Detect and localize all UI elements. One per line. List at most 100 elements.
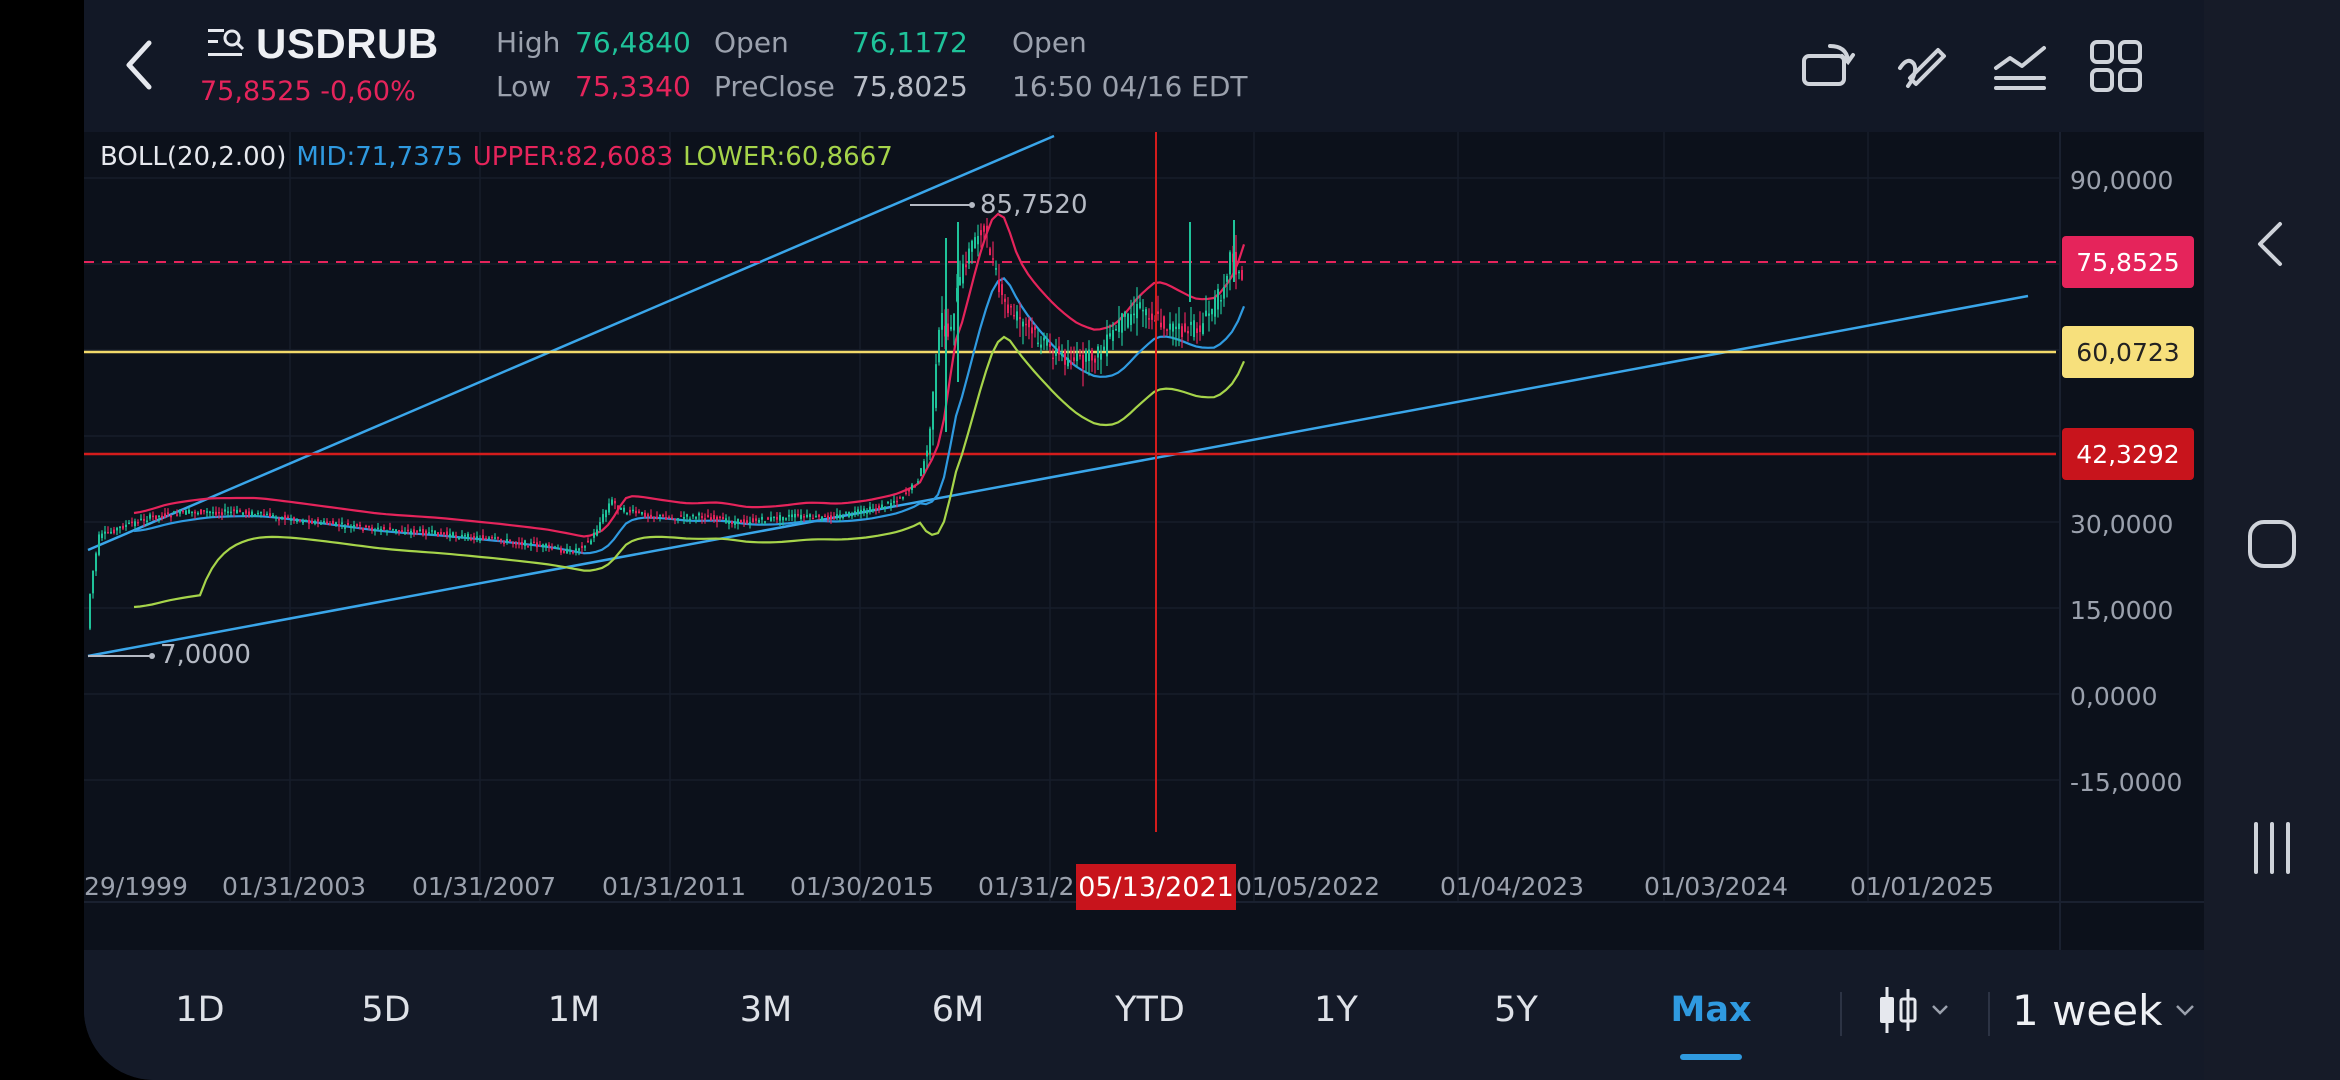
- candle-body: [128, 522, 130, 525]
- candle-body: [824, 515, 826, 518]
- candle-body: [392, 528, 394, 531]
- candle-body: [431, 530, 433, 532]
- candle-body: [254, 514, 256, 516]
- candle-body: [518, 542, 520, 545]
- candle-body: [1073, 357, 1075, 361]
- candle-body: [1133, 313, 1135, 316]
- candle-body: [1160, 322, 1162, 328]
- candle-body: [860, 509, 862, 513]
- candle-body: [308, 519, 310, 524]
- period-1y[interactable]: 1Y: [1296, 986, 1376, 1034]
- candle-body: [983, 225, 985, 232]
- candle-body: [593, 532, 595, 538]
- chart-type-selector[interactable]: [1876, 980, 1966, 1040]
- interval-selector[interactable]: 1 week: [2012, 980, 2196, 1040]
- candle-body: [692, 514, 694, 517]
- rotate-screen-icon[interactable]: [1800, 38, 1856, 94]
- candle-body: [104, 531, 106, 534]
- candle-body: [782, 516, 784, 521]
- candle-body: [428, 532, 430, 534]
- period-5y[interactable]: 5Y: [1476, 986, 1556, 1034]
- candle-body: [470, 538, 472, 541]
- candle-body: [1049, 343, 1051, 347]
- candle-body: [1067, 357, 1069, 367]
- back-button[interactable]: [104, 30, 174, 100]
- period-6m[interactable]: 6M: [918, 986, 998, 1034]
- candle-body: [368, 526, 370, 528]
- candle-body: [323, 521, 325, 523]
- candle-body: [347, 522, 349, 526]
- candle-body: [338, 524, 340, 527]
- candle-body: [1082, 354, 1084, 369]
- candle-body: [131, 521, 133, 524]
- candle-body: [329, 523, 331, 526]
- candle-body: [320, 523, 322, 525]
- candle-body: [356, 524, 358, 526]
- candle-body: [590, 540, 592, 544]
- candle-body: [971, 240, 973, 252]
- period-max[interactable]: Max: [1656, 986, 1766, 1034]
- period-1m[interactable]: 1M: [534, 986, 614, 1034]
- recents-icon[interactable]: [2242, 818, 2302, 878]
- period-1d[interactable]: 1D: [160, 986, 240, 1034]
- candle-body: [1043, 337, 1045, 341]
- candle-body: [233, 509, 235, 512]
- candle-body: [221, 512, 223, 515]
- symbol-name: USDRUB: [256, 20, 439, 67]
- yellow-level-tag[interactable]: 60,0723: [2062, 326, 2194, 378]
- period-5d[interactable]: 5D: [346, 986, 426, 1034]
- candle-body: [416, 530, 418, 533]
- draw-pen-icon[interactable]: [1896, 38, 1952, 94]
- period-ytd[interactable]: YTD: [1100, 986, 1200, 1034]
- candle-body: [716, 516, 718, 522]
- candle-body: [461, 534, 463, 537]
- preclose-label: PreClose: [714, 70, 835, 103]
- candle-body: [194, 511, 196, 514]
- candle-body: [371, 527, 373, 531]
- grid-apps-icon[interactable]: [2088, 38, 2144, 94]
- candle-body: [293, 517, 295, 520]
- candle-body: [572, 551, 574, 554]
- candle-body: [851, 514, 853, 517]
- candle-body: [1064, 350, 1066, 365]
- candle-body: [1121, 313, 1123, 333]
- indicator-icon[interactable]: [1992, 38, 2048, 94]
- boll-legend[interactable]: BOLL(20,2.00) MID:71,7375 UPPER:82,6083 …: [100, 142, 893, 172]
- candle-body: [911, 484, 913, 491]
- price-chart[interactable]: BOLL(20,2.00) MID:71,7375 UPPER:82,6083 …: [84, 132, 2204, 950]
- candle-body: [674, 518, 676, 521]
- candle-body: [527, 546, 529, 548]
- symbol-row[interactable]: USDRUB: [206, 20, 439, 68]
- candle-body: [1118, 320, 1120, 332]
- candle-body: [401, 530, 403, 532]
- candle-body: [1163, 316, 1165, 329]
- home-icon[interactable]: [2242, 514, 2302, 574]
- candle-body: [269, 513, 271, 518]
- candle-body: [488, 537, 490, 539]
- candle-body: [569, 549, 571, 551]
- candle-body: [758, 519, 760, 523]
- separator: [1840, 992, 1842, 1036]
- chart-canvas[interactable]: [84, 132, 2204, 950]
- candle-body: [542, 544, 544, 548]
- candle-body: [440, 532, 442, 535]
- back-chevron-icon[interactable]: [2242, 214, 2302, 274]
- candle-body: [608, 503, 610, 513]
- x-tick: 01/01/2025: [1850, 872, 1995, 901]
- candle-body: [1196, 328, 1198, 334]
- candle-body: [791, 514, 793, 518]
- candle-body: [1190, 321, 1192, 325]
- max-price-note: 85,7520: [980, 190, 1088, 220]
- candle-body: [332, 520, 334, 525]
- candle-body: [1091, 350, 1093, 361]
- market-status: Open: [1012, 26, 1087, 59]
- candle-body: [167, 512, 169, 514]
- x-tick: 01/31/2003: [222, 872, 367, 901]
- red-level-tag[interactable]: 42,3292: [2062, 428, 2194, 480]
- high-value: 76,4840: [575, 26, 691, 59]
- candle-body: [1199, 325, 1201, 332]
- candle-body: [512, 542, 514, 544]
- candle-body: [398, 529, 400, 532]
- period-3m[interactable]: 3M: [726, 986, 806, 1034]
- candle-body: [284, 515, 286, 520]
